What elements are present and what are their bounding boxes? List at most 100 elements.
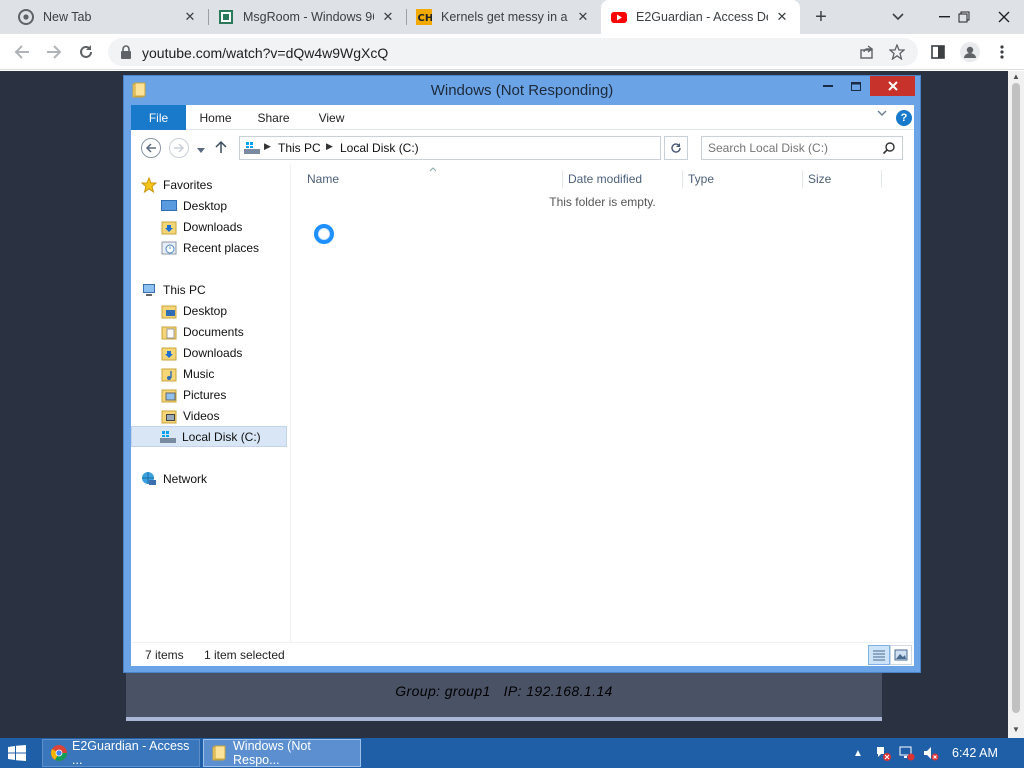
restore-icon[interactable] <box>944 0 984 34</box>
taskbar-explorer[interactable]: Windows (Not Respo... <box>203 739 361 767</box>
help-icon[interactable]: ? <box>896 110 912 126</box>
tab-msgroom[interactable]: MsgRoom - Windows 96 ✕ <box>208 0 406 34</box>
search-input[interactable] <box>708 140 878 156</box>
browser-toolbar: youtube.com/watch?v=dQw4w9WgXcQ <box>0 34 1024 70</box>
nav-fav-downloads[interactable]: Downloads <box>131 216 291 237</box>
explorer-window: Windows (Not Responding) File Home Share… <box>123 75 921 673</box>
volume-muted-icon[interactable] <box>922 744 940 762</box>
minimize-icon[interactable] <box>814 76 842 96</box>
details-view-icon[interactable] <box>868 645 890 665</box>
column-divider[interactable] <box>802 170 803 188</box>
nav-pc-downloads[interactable]: Downloads <box>131 342 291 363</box>
maximize-icon[interactable] <box>842 76 870 96</box>
search-box[interactable] <box>701 136 903 160</box>
column-divider[interactable] <box>881 170 882 188</box>
nav-pc-local-disk[interactable]: Local Disk (C:) <box>131 426 287 447</box>
menu-kebab-icon[interactable] <box>990 40 1014 64</box>
nav-pc-pictures[interactable]: Pictures <box>131 384 291 405</box>
close-tab-icon[interactable]: ✕ <box>575 9 591 25</box>
tab-e2guardian[interactable]: E2Guardian - Access Den ✕ <box>601 0 800 34</box>
tab-file[interactable]: File <box>131 105 186 130</box>
new-tab-button[interactable]: + <box>809 5 833 29</box>
column-type[interactable]: Type <box>688 172 714 186</box>
group-info-bar: Group: group1 IP: 192.168.1.14 <box>126 673 882 721</box>
taskbar-chrome[interactable]: E2Guardian - Access ... <box>42 739 200 767</box>
page-scrollbar[interactable]: ▲ ▼ <box>1008 71 1024 738</box>
tab-search-icon[interactable] <box>888 8 908 26</box>
close-tab-icon[interactable]: ✕ <box>182 9 198 25</box>
folder-icon <box>212 745 228 761</box>
nav-thispc-label: This PC <box>163 282 206 297</box>
close-tab-icon[interactable]: ✕ <box>380 9 396 25</box>
start-windows-icon[interactable] <box>8 745 26 761</box>
column-divider[interactable] <box>562 170 563 188</box>
window-close-icon[interactable] <box>984 0 1024 34</box>
column-size[interactable]: Size <box>808 172 831 186</box>
recent-locations-icon[interactable] <box>197 143 205 157</box>
nav-pc-desktop[interactable]: Desktop <box>131 300 291 321</box>
up-arrow-icon[interactable] <box>215 140 227 157</box>
close-window-button[interactable] <box>870 76 915 96</box>
breadcrumb-chevron-icon[interactable]: ▶ <box>326 141 333 152</box>
search-icon[interactable] <box>882 141 896 155</box>
column-divider[interactable] <box>682 170 683 188</box>
reload-icon[interactable] <box>74 40 98 64</box>
youtube-icon <box>611 9 627 25</box>
tab-share[interactable]: Share <box>251 105 296 130</box>
selection-count: 1 item selected <box>204 648 285 662</box>
file-list-pane: Name Date modified Type Size This folder… <box>291 164 914 642</box>
scroll-down-icon[interactable]: ▼ <box>1012 726 1020 734</box>
back-arrow-icon[interactable] <box>141 138 161 158</box>
nav-pc-music[interactable]: Music <box>131 363 291 384</box>
network-status-icon[interactable] <box>898 744 916 762</box>
nav-this-pc[interactable]: This PC <box>131 279 291 300</box>
scrollbar-thumb[interactable] <box>1012 83 1020 713</box>
nav-pc-documents[interactable]: Documents <box>131 321 291 342</box>
tab-kernels[interactable]: CH Kernels get messy in a m ✕ <box>406 0 601 34</box>
profile-avatar[interactable] <box>958 40 982 64</box>
column-name[interactable]: Name <box>307 172 339 186</box>
tab-view[interactable]: View <box>309 105 354 130</box>
videos-folder-icon <box>161 408 177 424</box>
nav-pc-videos[interactable]: Videos <box>131 405 291 426</box>
navigation-pane: Favorites Desktop Downloads Recent place… <box>131 164 291 642</box>
scroll-up-icon[interactable]: ▲ <box>1012 73 1020 81</box>
nav-label: Downloads <box>183 345 243 360</box>
nav-network[interactable]: Network <box>131 468 291 489</box>
bookmark-star-icon[interactable] <box>888 43 906 61</box>
tab-new-tab[interactable]: New Tab ✕ <box>8 0 208 34</box>
explorer-titlebar[interactable]: Windows (Not Responding) <box>124 76 920 104</box>
nav-fav-desktop[interactable]: Desktop <box>131 195 291 216</box>
explorer-body: Favorites Desktop Downloads Recent place… <box>131 164 914 642</box>
nav-favorites[interactable]: Favorites <box>131 174 291 195</box>
action-center-icon[interactable] <box>874 744 892 762</box>
share-icon[interactable] <box>858 43 876 61</box>
svg-text:CH: CH <box>418 13 433 24</box>
empty-folder-message: This folder is empty. <box>549 195 656 209</box>
breadcrumb-chevron-icon[interactable]: ▶ <box>264 141 271 152</box>
tab-home[interactable]: Home <box>193 105 238 130</box>
tray-overflow-icon[interactable]: ▲ <box>852 744 864 762</box>
refresh-icon[interactable] <box>664 136 688 160</box>
clock[interactable]: 6:42 AM <box>952 746 998 760</box>
ribbon-expand-icon[interactable] <box>877 109 887 121</box>
side-panel-icon[interactable] <box>926 40 950 64</box>
nav-fav-recent[interactable]: Recent places <box>131 237 291 258</box>
column-date-modified[interactable]: Date modified <box>568 172 642 186</box>
ch-icon: CH <box>416 9 432 25</box>
nav-label: Recent places <box>183 240 260 255</box>
address-bar[interactable]: youtube.com/watch?v=dQw4w9WgXcQ <box>108 38 918 66</box>
back-arrow-icon[interactable] <box>10 40 34 64</box>
forward-arrow-icon[interactable] <box>169 138 189 158</box>
group-ip-text: Group: group1 IP: 192.168.1.14 <box>395 683 613 699</box>
large-icons-view-icon[interactable] <box>890 645 912 665</box>
sort-caret-icon <box>429 164 437 174</box>
computer-icon <box>141 282 157 298</box>
breadcrumb-local-disk[interactable]: Local Disk (C:) <box>340 141 419 155</box>
address-breadcrumb[interactable]: ▶ This PC ▶ Local Disk (C:) <box>239 136 761 160</box>
item-count: 7 items <box>145 648 184 662</box>
close-tab-icon[interactable]: ✕ <box>774 9 790 25</box>
breadcrumb-this-pc[interactable]: This PC <box>278 141 321 155</box>
forward-arrow-icon[interactable] <box>42 40 66 64</box>
recent-places-icon <box>161 240 177 256</box>
